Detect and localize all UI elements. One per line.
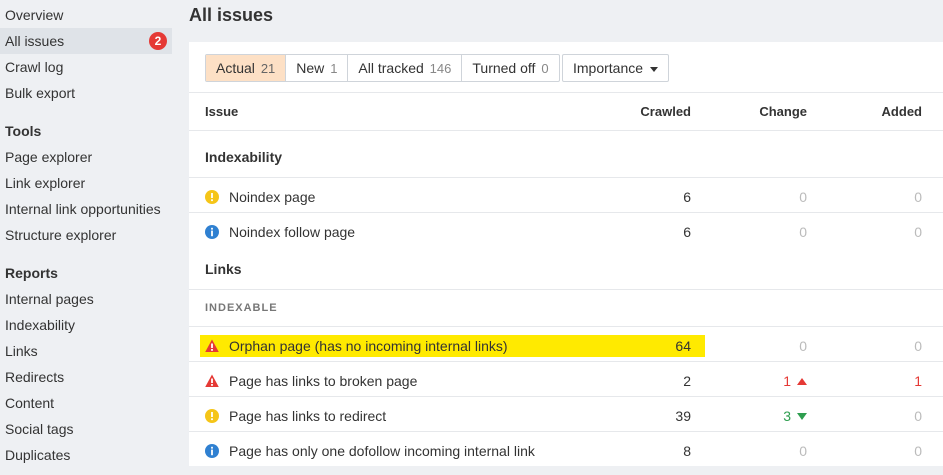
table-row[interactable]: Page has links to redirect 39 3 0 <box>189 406 943 440</box>
page-title: All issues <box>189 5 274 25</box>
table-row[interactable]: Noindex follow page 6 0 0 <box>189 222 943 256</box>
section-title-indexability: Indexability <box>205 149 283 165</box>
change-value: 3 <box>783 408 807 424</box>
column-header-issue[interactable]: Issue <box>205 104 238 119</box>
table-row[interactable]: Page has links to broken page 2 1 1 <box>189 371 943 405</box>
sidebar-item-structure-explorer[interactable]: Structure explorer <box>0 222 172 248</box>
crawled-value[interactable]: 8 <box>683 443 691 459</box>
sidebar-item-redirects[interactable]: Redirects <box>0 364 172 390</box>
column-header-added[interactable]: Added <box>882 104 922 119</box>
issue-name[interactable]: Noindex follow page <box>229 224 355 240</box>
sidebar-item-link-explorer[interactable]: Link explorer <box>0 170 172 196</box>
tab-actual[interactable]: Actual 21 <box>206 55 287 81</box>
issues-count-badge: 2 <box>149 32 167 50</box>
arrow-down-icon <box>797 413 807 420</box>
crawled-value[interactable]: 39 <box>675 408 691 424</box>
added-value: 0 <box>914 408 922 424</box>
issue-name[interactable]: Page has only one dofollow incoming inte… <box>229 443 535 459</box>
change-value: 0 <box>799 224 807 240</box>
issue-name[interactable]: Orphan page (has no incoming internal li… <box>229 338 508 354</box>
divider <box>189 130 943 131</box>
sidebar-heading-reports: Reports <box>5 265 58 281</box>
sidebar-item-bulk-export[interactable]: Bulk export <box>0 80 172 106</box>
table-row[interactable]: Noindex page 6 0 0 <box>189 187 943 221</box>
change-value: 0 <box>799 189 807 205</box>
change-value: 0 <box>799 338 807 354</box>
arrow-up-icon <box>797 378 807 385</box>
divider <box>189 396 943 397</box>
sidebar-item-links[interactable]: Links <box>0 338 172 364</box>
added-value: 0 <box>914 443 922 459</box>
divider <box>189 289 943 290</box>
change-value: 1 <box>783 373 807 389</box>
tab-all-tracked[interactable]: All tracked 146 <box>348 55 463 81</box>
sidebar-item-duplicates[interactable]: Duplicates <box>0 442 172 468</box>
section-title-links: Links <box>205 261 242 277</box>
subsection-indexable: INDEXABLE <box>205 302 278 314</box>
added-value: 0 <box>914 189 922 205</box>
divider <box>189 361 943 362</box>
added-value: 1 <box>914 373 922 389</box>
warning-yellow-icon <box>205 409 219 423</box>
divider <box>189 326 943 327</box>
sidebar-item-crawl-log[interactable]: Crawl log <box>0 54 172 80</box>
divider <box>189 431 943 432</box>
sidebar-item-social-tags[interactable]: Social tags <box>0 416 172 442</box>
sidebar-item-internal-pages[interactable]: Internal pages <box>0 286 172 312</box>
error-red-icon <box>205 339 219 352</box>
warning-yellow-icon <box>205 190 219 204</box>
table-row[interactable]: Orphan page (has no incoming internal li… <box>189 335 943 370</box>
tab-turned-off[interactable]: Turned off 0 <box>462 55 558 81</box>
issue-name[interactable]: Noindex page <box>229 189 315 205</box>
issue-name[interactable]: Page has links to redirect <box>229 408 386 424</box>
sidebar-item-content[interactable]: Content <box>0 390 172 416</box>
importance-dropdown[interactable]: Importance <box>562 54 670 82</box>
info-blue-icon <box>205 444 219 458</box>
issues-panel: Actual 21 New 1 All tracked 146 Turned o… <box>189 42 943 466</box>
column-header-crawled[interactable]: Crawled <box>640 104 691 119</box>
divider <box>189 212 943 213</box>
sidebar-item-overview[interactable]: Overview <box>0 2 172 28</box>
tab-new[interactable]: New 1 <box>286 55 349 81</box>
divider <box>189 177 943 178</box>
sidebar-item-page-explorer[interactable]: Page explorer <box>0 144 172 170</box>
added-value: 0 <box>914 338 922 354</box>
sidebar-item-indexability[interactable]: Indexability <box>0 312 172 338</box>
crawled-value[interactable]: 6 <box>683 189 691 205</box>
info-blue-icon <box>205 225 219 239</box>
added-value: 0 <box>914 224 922 240</box>
crawled-value[interactable]: 2 <box>683 373 691 389</box>
change-value: 0 <box>799 443 807 459</box>
filter-tabs: Actual 21 New 1 All tracked 146 Turned o… <box>205 54 560 82</box>
crawled-value[interactable]: 6 <box>683 224 691 240</box>
issue-name[interactable]: Page has links to broken page <box>229 373 417 389</box>
column-header-change[interactable]: Change <box>759 104 807 119</box>
divider <box>189 92 943 93</box>
sidebar-item-all-issues[interactable]: All issues 2 <box>0 28 172 54</box>
sidebar-item-internal-link-opportunities[interactable]: Internal link opportunities <box>0 196 172 222</box>
caret-down-icon <box>650 66 659 72</box>
sidebar-heading-tools: Tools <box>5 123 42 139</box>
error-red-icon <box>205 374 219 387</box>
crawled-value[interactable]: 64 <box>675 338 691 354</box>
sidebar: Overview All issues 2 Crawl log Bulk exp… <box>0 0 175 466</box>
table-row[interactable]: Page has only one dofollow incoming inte… <box>189 441 943 475</box>
